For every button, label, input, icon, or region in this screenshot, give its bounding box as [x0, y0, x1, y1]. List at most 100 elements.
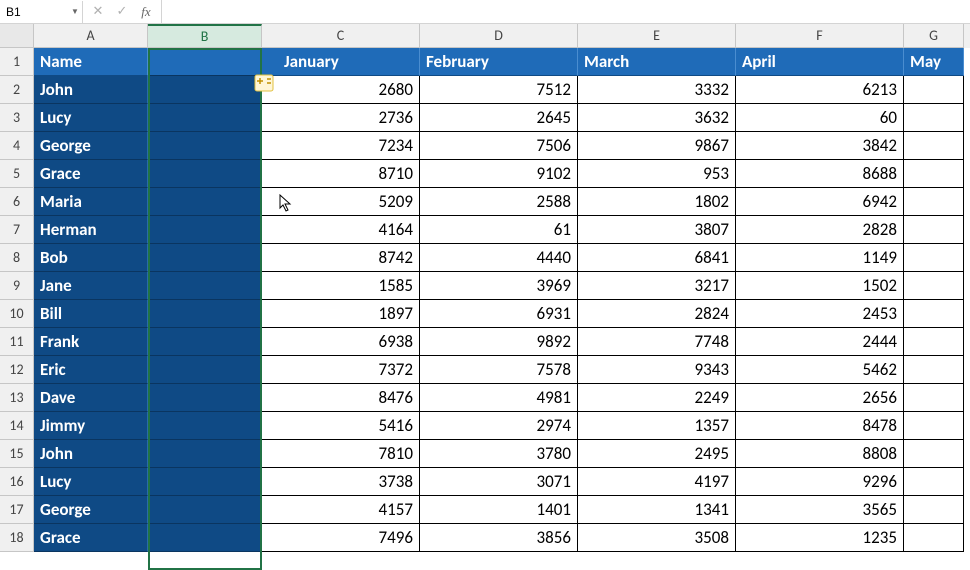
cell-a1[interactable]: Name: [34, 48, 148, 76]
cell-name[interactable]: Maria: [34, 188, 148, 216]
cell-b[interactable]: [148, 132, 262, 160]
cell-value[interactable]: 3780: [420, 440, 578, 468]
cell-value[interactable]: 2444: [736, 328, 904, 356]
cell-value[interactable]: 4981: [420, 384, 578, 412]
cell-name[interactable]: John: [34, 76, 148, 104]
row-header[interactable]: 9: [0, 272, 34, 300]
cell-name[interactable]: Dave: [34, 384, 148, 412]
column-header-c[interactable]: C: [262, 24, 420, 48]
cell-value[interactable]: 9296: [736, 468, 904, 496]
cell-name[interactable]: Jimmy: [34, 412, 148, 440]
cell-b[interactable]: [148, 76, 262, 104]
row-header[interactable]: 13: [0, 384, 34, 412]
cell-b[interactable]: [148, 300, 262, 328]
cell-b[interactable]: [148, 524, 262, 552]
cell-value[interactable]: 3738: [262, 468, 420, 496]
cell-name[interactable]: Jane: [34, 272, 148, 300]
row-header[interactable]: 17: [0, 496, 34, 524]
cell-value[interactable]: 1341: [578, 496, 736, 524]
cell-value[interactable]: 7512: [420, 76, 578, 104]
cell-b[interactable]: [148, 328, 262, 356]
cell-g[interactable]: [904, 328, 964, 356]
cell-c1[interactable]: January: [262, 48, 420, 76]
cell-g[interactable]: [904, 244, 964, 272]
cell-value[interactable]: 1401: [420, 496, 578, 524]
cell-value[interactable]: 9343: [578, 356, 736, 384]
cell-value[interactable]: 2824: [578, 300, 736, 328]
cell-b1[interactable]: [148, 48, 262, 76]
cell-value[interactable]: 1585: [262, 272, 420, 300]
row-header[interactable]: 3: [0, 104, 34, 132]
row-header[interactable]: 5: [0, 160, 34, 188]
cell-name[interactable]: George: [34, 132, 148, 160]
cell-name[interactable]: Grace: [34, 524, 148, 552]
cell-b[interactable]: [148, 440, 262, 468]
cell-value[interactable]: 7372: [262, 356, 420, 384]
select-all-corner[interactable]: [0, 24, 34, 48]
cell-value[interactable]: 4164: [262, 216, 420, 244]
cell-value[interactable]: 4197: [578, 468, 736, 496]
cell-g[interactable]: [904, 468, 964, 496]
cell-value[interactable]: 6942: [736, 188, 904, 216]
cell-name[interactable]: Frank: [34, 328, 148, 356]
cell-value[interactable]: 8476: [262, 384, 420, 412]
cell-b[interactable]: [148, 496, 262, 524]
cell-value[interactable]: 2736: [262, 104, 420, 132]
cell-value[interactable]: 8710: [262, 160, 420, 188]
cell-value[interactable]: 7578: [420, 356, 578, 384]
column-header-d[interactable]: D: [420, 24, 578, 48]
cell-value[interactable]: 1235: [736, 524, 904, 552]
cell-g[interactable]: [904, 440, 964, 468]
cell-value[interactable]: 6841: [578, 244, 736, 272]
cell-g[interactable]: [904, 356, 964, 384]
cell-name[interactable]: Herman: [34, 216, 148, 244]
cell-b[interactable]: [148, 384, 262, 412]
cell-value[interactable]: 2249: [578, 384, 736, 412]
cell-value[interactable]: 8688: [736, 160, 904, 188]
column-header-a[interactable]: A: [34, 24, 148, 48]
cell-value[interactable]: 3856: [420, 524, 578, 552]
cell-value[interactable]: 3807: [578, 216, 736, 244]
cell-name[interactable]: George: [34, 496, 148, 524]
cell-value[interactable]: 3071: [420, 468, 578, 496]
cell-g[interactable]: [904, 272, 964, 300]
cell-b[interactable]: [148, 216, 262, 244]
row-header[interactable]: 11: [0, 328, 34, 356]
cell-g[interactable]: [904, 300, 964, 328]
cell-g[interactable]: [904, 384, 964, 412]
cell-value[interactable]: 3842: [736, 132, 904, 160]
cell-value[interactable]: 953: [578, 160, 736, 188]
row-header[interactable]: 8: [0, 244, 34, 272]
cell-g1[interactable]: May: [904, 48, 964, 76]
cell-value[interactable]: 2588: [420, 188, 578, 216]
cell-value[interactable]: 2656: [736, 384, 904, 412]
cell-value[interactable]: 2974: [420, 412, 578, 440]
cell-value[interactable]: 5462: [736, 356, 904, 384]
column-header-g[interactable]: G: [904, 24, 964, 48]
cell-value[interactable]: 7506: [420, 132, 578, 160]
row-header[interactable]: 4: [0, 132, 34, 160]
cell-value[interactable]: 2645: [420, 104, 578, 132]
cell-name[interactable]: Grace: [34, 160, 148, 188]
cell-value[interactable]: 1357: [578, 412, 736, 440]
cell-value[interactable]: 6938: [262, 328, 420, 356]
cell-value[interactable]: 2680: [262, 76, 420, 104]
cell-value[interactable]: 60: [736, 104, 904, 132]
cell-name[interactable]: Lucy: [34, 104, 148, 132]
cell-b[interactable]: [148, 188, 262, 216]
cell-value[interactable]: 1502: [736, 272, 904, 300]
cell-g[interactable]: [904, 412, 964, 440]
cell-b[interactable]: [148, 160, 262, 188]
cell-g[interactable]: [904, 132, 964, 160]
cell-value[interactable]: 3508: [578, 524, 736, 552]
cell-name[interactable]: John: [34, 440, 148, 468]
cell-value[interactable]: 4440: [420, 244, 578, 272]
cell-value[interactable]: 8808: [736, 440, 904, 468]
fx-icon[interactable]: fx: [137, 3, 155, 21]
cell-d1[interactable]: February: [420, 48, 578, 76]
cell-value[interactable]: 6931: [420, 300, 578, 328]
cell-value[interactable]: 1149: [736, 244, 904, 272]
row-header[interactable]: 16: [0, 468, 34, 496]
column-header-b[interactable]: B: [148, 24, 262, 48]
column-header-f[interactable]: F: [736, 24, 904, 48]
